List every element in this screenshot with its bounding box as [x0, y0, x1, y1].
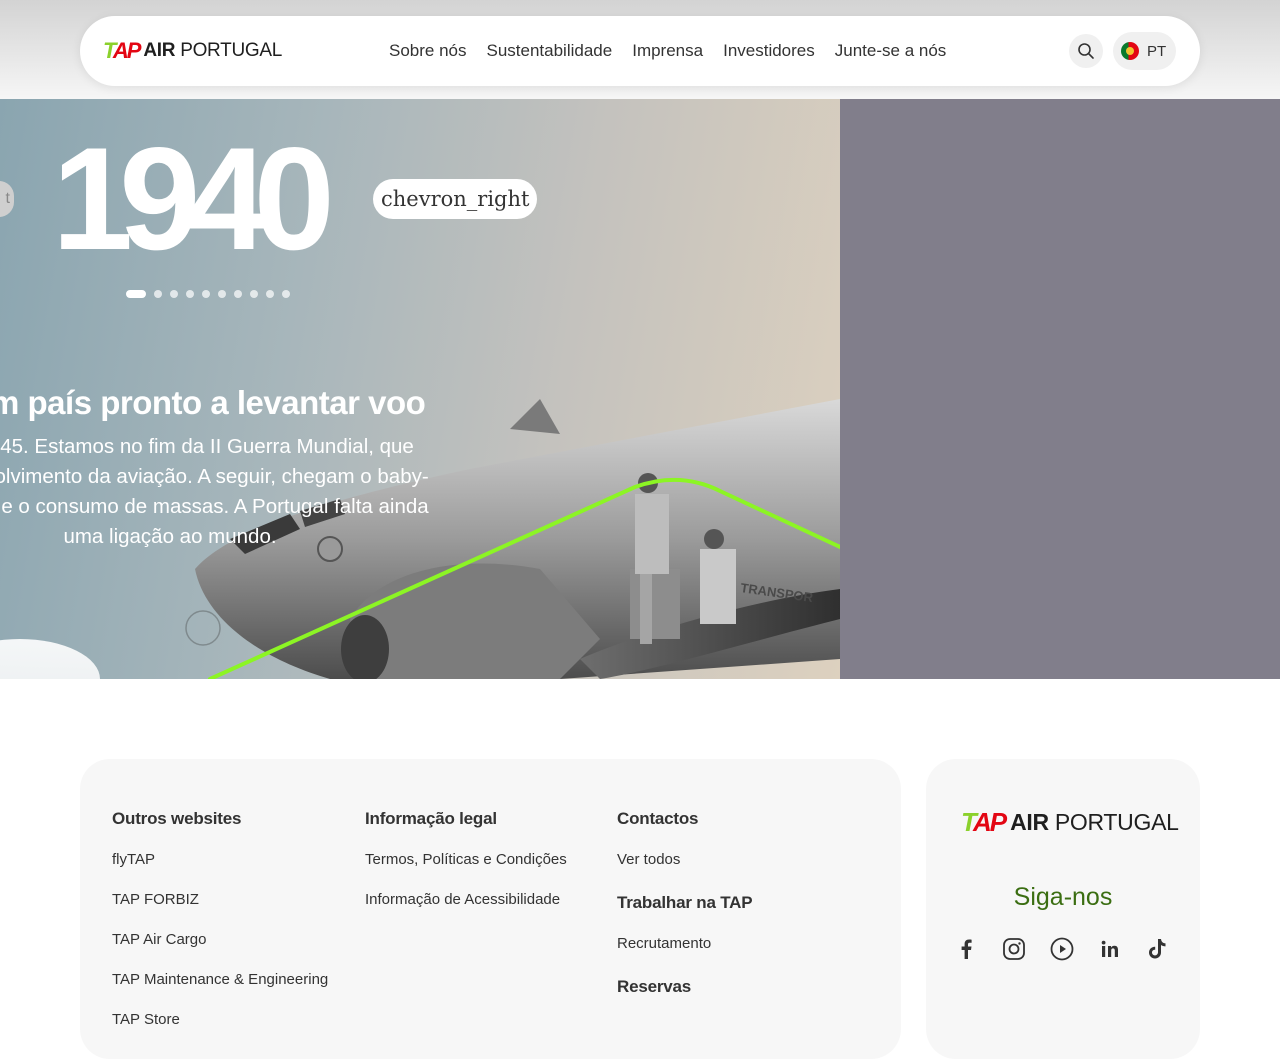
pagination-dot[interactable]	[250, 290, 258, 298]
next-year-button[interactable]: chevron_right	[373, 179, 538, 219]
language-code: PT	[1147, 42, 1167, 60]
footer-link-flytap[interactable]: flyTAP	[112, 851, 328, 891]
portugal-flag-icon	[1121, 42, 1139, 60]
footer-column-informacao-legal: Informação legal Termos, Políticas e Con…	[365, 809, 567, 931]
nav-link-imprensa[interactable]: Imprensa	[632, 41, 703, 61]
footer-link-tap-forbiz[interactable]: TAP FORBIZ	[112, 891, 328, 931]
footer-heading: Trabalhar na TAP	[617, 893, 753, 912]
hero-side-panel	[840, 99, 1280, 679]
footer-link-tap-air-cargo[interactable]: TAP Air Cargo	[112, 931, 328, 971]
description-line: e em 1945. Estamos no fim da II Guerra M…	[0, 435, 414, 458]
pagination-dot[interactable]	[234, 290, 242, 298]
pagination-dot[interactable]	[282, 290, 290, 298]
facebook-icon[interactable]	[954, 937, 978, 961]
tap-logo[interactable]: TAP AIR PORTUGAL	[103, 40, 282, 62]
tap-logo-mark: TAP	[103, 38, 141, 63]
footer-link-acessibilidade[interactable]: Informação de Acessibilidade	[365, 891, 567, 931]
top-navigation-bar: TAP AIR PORTUGAL Sobre nós Sustentabilid…	[80, 16, 1200, 86]
pagination-dot[interactable]	[202, 290, 210, 298]
footer-link-recrutamento[interactable]: Recrutamento	[617, 935, 752, 975]
slide-headline: m país pronto a levantar voo	[0, 384, 426, 421]
social-links	[954, 937, 1170, 961]
slide-description: e em 1945. Estamos no fim da II Guerra M…	[0, 432, 570, 552]
instagram-icon[interactable]	[1002, 937, 1026, 961]
history-hero-slide: TRANSPOR t 1940 chevron_right m país pro…	[0, 99, 840, 679]
footer-heading: Outros websites	[112, 809, 242, 828]
footer-link-tap-store[interactable]: TAP Store	[112, 1011, 328, 1051]
nav-link-sustentabilidade[interactable]: Sustentabilidade	[487, 41, 613, 61]
footer-link-ver-todos[interactable]: Ver todos	[617, 851, 752, 891]
search-icon	[1078, 43, 1094, 59]
pagination-dot[interactable]	[218, 290, 226, 298]
language-selector[interactable]: PT	[1113, 32, 1176, 70]
footer-heading: Informação legal	[365, 809, 497, 828]
pagination-dot[interactable]	[186, 290, 194, 298]
footer-heading: Reservas	[617, 977, 692, 996]
description-line: enimento e o consumo de massas. A Portug…	[0, 495, 429, 518]
footer-social-panel: TAP AIR PORTUGAL Siga-nos	[926, 759, 1200, 1059]
tap-logo-mark: TAP	[961, 807, 1007, 837]
tiktok-icon[interactable]	[1146, 937, 1170, 961]
footer-heading: Contactos	[617, 809, 699, 828]
footer-tap-logo[interactable]: TAP AIR PORTUGAL	[961, 807, 1179, 838]
nav-link-sobre-nos[interactable]: Sobre nós	[389, 41, 467, 61]
search-button[interactable]	[1069, 34, 1103, 68]
main-nav: Sobre nós Sustentabilidade Imprensa Inve…	[389, 41, 946, 61]
description-line: uma ligação ao mundo.	[63, 525, 277, 548]
tap-logo-text: AIR PORTUGAL	[1010, 809, 1179, 835]
pagination-dot[interactable]	[170, 290, 178, 298]
tap-logo-text: AIR PORTUGAL	[143, 40, 282, 61]
year-title: 1940	[52, 117, 335, 280]
footer-links-panel: Outros websites flyTAP TAP FORBIZ TAP Ai…	[80, 759, 901, 1059]
nav-link-junte-se[interactable]: Junte-se a nós	[835, 41, 947, 61]
pagination-dot[interactable]	[154, 290, 162, 298]
linkedin-icon[interactable]	[1098, 937, 1122, 961]
footer-column-contactos: Contactos Ver todos Trabalhar na TAP Rec…	[617, 809, 753, 1019]
footer-link-tap-me[interactable]: TAP Maintenance & Engineering	[112, 971, 328, 1011]
footer-link-termos[interactable]: Termos, Políticas e Condições	[365, 851, 567, 891]
youtube-icon[interactable]	[1050, 937, 1074, 961]
nav-link-investidores[interactable]: Investidores	[723, 41, 815, 61]
slide-pagination	[126, 290, 290, 298]
previous-year-label: t	[5, 190, 10, 207]
pagination-dot[interactable]	[266, 290, 274, 298]
footer-column-outros-websites: Outros websites flyTAP TAP FORBIZ TAP Ai…	[112, 809, 328, 1051]
description-line: o desenvolvimento da aviação. A seguir, …	[0, 465, 429, 488]
follow-us-label: Siga-nos	[1013, 883, 1113, 911]
pagination-dot[interactable]	[126, 290, 146, 298]
